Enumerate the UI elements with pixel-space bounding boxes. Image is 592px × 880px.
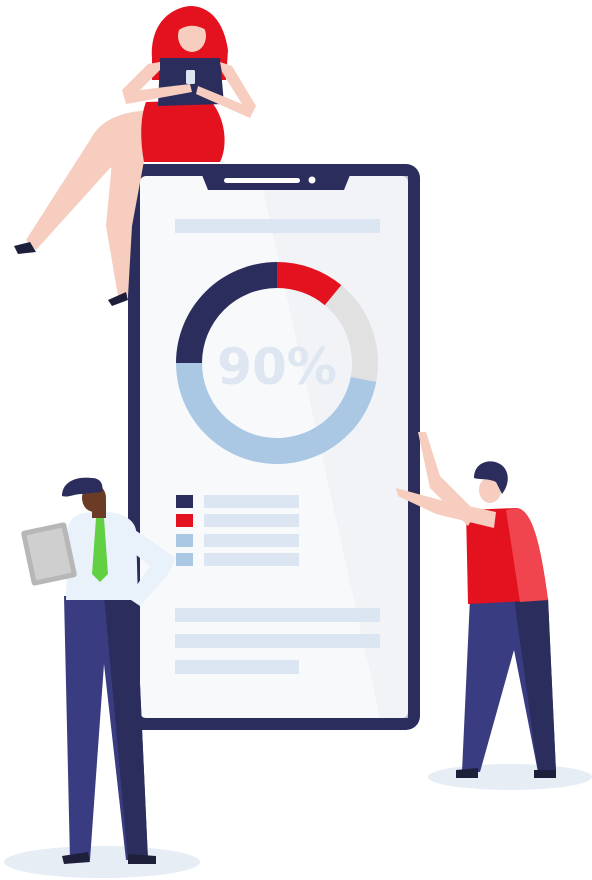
- ground-shadow-left: [4, 846, 200, 878]
- man-right-pants-shade: [514, 598, 556, 772]
- front-camera-icon: [308, 176, 316, 184]
- text-placeholder-bar-3: [175, 660, 299, 674]
- legend-text-bar-2: [204, 514, 299, 527]
- title-placeholder-bar: [175, 219, 380, 233]
- ground-shadow-right: [428, 764, 592, 790]
- woman-phone: [186, 70, 195, 84]
- legend-swatch-4: [176, 553, 193, 566]
- man-right-shoe-2: [534, 770, 556, 778]
- legend-text-bar-3: [204, 534, 299, 547]
- text-placeholder-bar-1: [175, 608, 380, 622]
- legend-text-bar-4: [204, 553, 299, 566]
- speaker-slot: [224, 178, 300, 183]
- woman-red-dress: [141, 100, 225, 162]
- text-placeholder-bar-2: [175, 634, 380, 648]
- legend-swatch-1: [176, 495, 193, 508]
- legend-swatch-3: [176, 534, 193, 547]
- smartphone: 90%: [128, 164, 420, 730]
- legend-swatch-2: [176, 514, 193, 527]
- legend-text-bar-1: [204, 495, 299, 508]
- phone-analytics-illustration: 90%: [4, 6, 592, 878]
- donut-center-label: 90%: [217, 338, 337, 396]
